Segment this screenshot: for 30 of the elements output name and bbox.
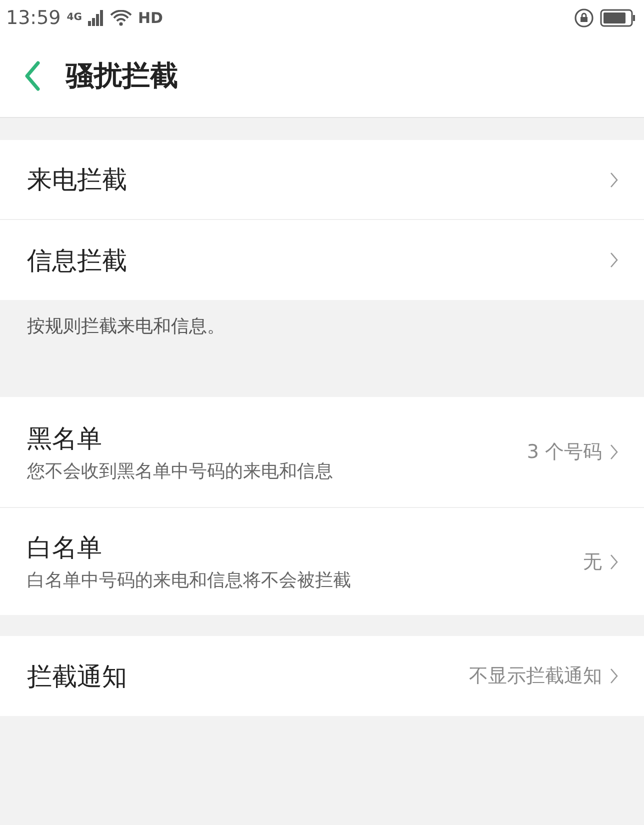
settings-row[interactable]: 拦截通知 不显示拦截通知 <box>0 636 644 716</box>
row-value: 3 个号码 <box>526 440 602 465</box>
section-note: 按规则拦截来电和信息。 <box>27 316 225 337</box>
row-label: 白名单 <box>27 532 103 564</box>
row-label: 信息拦截 <box>27 244 128 276</box>
row-description: 白名单中号码的来电和信息将不会被拦截 <box>27 569 352 592</box>
row-label: 拦截通知 <box>27 660 128 692</box>
chevron-right-icon <box>610 444 618 460</box>
settings-row[interactable]: 来电拦截 <box>0 140 644 219</box>
back-icon[interactable] <box>24 61 40 91</box>
row-value: 不显示拦截通知 <box>469 664 602 689</box>
settings-row[interactable]: 黑名单 您不会收到黑名单中号码的来电和信息 3 个号码 <box>0 397 644 507</box>
battery-icon <box>600 8 636 26</box>
wifi-icon <box>110 10 132 26</box>
row-label: 来电拦截 <box>27 164 128 196</box>
settings-row[interactable]: 信息拦截 <box>0 219 644 300</box>
chevron-right-icon <box>610 172 618 188</box>
chevron-right-icon <box>610 252 618 268</box>
row-description: 您不会收到黑名单中号码的来电和信息 <box>27 460 334 482</box>
page-title: 骚扰拦截 <box>66 58 178 94</box>
chevron-right-icon <box>610 554 618 570</box>
signal-icon <box>88 10 104 26</box>
network-type: 4G <box>66 12 82 23</box>
status-time: 13:59 <box>6 6 61 28</box>
row-value: 无 <box>583 550 602 574</box>
rotation-lock-icon <box>574 8 594 28</box>
row-label: 黑名单 <box>27 422 103 454</box>
chevron-right-icon <box>610 668 618 684</box>
hd-indicator: HD <box>138 8 163 26</box>
settings-row[interactable]: 白名单 白名单中号码的来电和信息将不会被拦截 无 <box>0 507 644 615</box>
